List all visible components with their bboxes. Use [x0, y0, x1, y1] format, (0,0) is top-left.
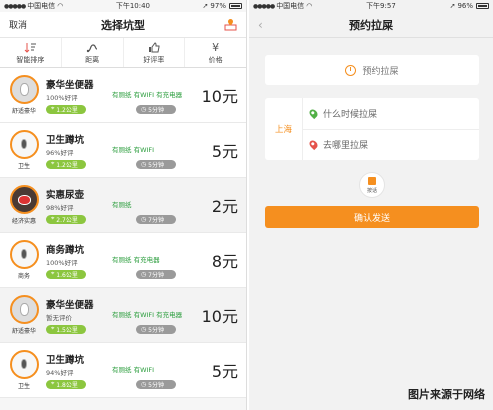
toilet-photo [9, 75, 39, 104]
time-badge: ◷ 7分钟 [136, 269, 176, 279]
appointment-button[interactable]: 预约拉屎 [265, 55, 479, 85]
distance-badge: ⌖ 1.5公里 [46, 324, 86, 334]
item-price: 10元 [201, 87, 238, 106]
filter-label: 价格 [208, 55, 223, 64]
screen: ●●●●● 中国电信 ◠ 下午10:40 ➚ 97% 取消 选择坑型 智能排序 距离 … [0, 0, 493, 410]
green-pin-icon [307, 107, 320, 119]
item-price: 10元 [201, 307, 238, 326]
filter-bar: 智能排序 距离 好评率 ¥ 价格 [0, 38, 246, 68]
carrier-label: 中国电信 [27, 2, 56, 10]
watermark-caption: 图片来源于网络 [408, 388, 485, 401]
item-tag: 卫生 [17, 383, 30, 390]
distance-badge: ⌖ 1.8公里 [46, 379, 86, 389]
carrier-label: 中国电信 [276, 2, 305, 10]
pit-list: 舒适豪华 豪华坐便器 100%好评 ⌖ 1.2公里 ◷ 5分钟 有厕纸 有WIFI… [0, 68, 246, 398]
list-item[interactable]: 商务 商务蹲坑 100%好评 ⌖ 1.6公里 ◷ 7分钟 有厕纸 有充电器 8元 [0, 233, 246, 288]
when-field[interactable]: 什么时候拉屎 [303, 98, 479, 130]
appointment-label: 预约拉屎 [362, 66, 399, 77]
map-pin-icon[interactable] [223, 18, 237, 32]
toilet-photo [9, 295, 39, 324]
location-card: 上海 什么时候拉屎 去哪里拉屎 [265, 98, 479, 160]
voice-label: 按话 [366, 187, 377, 194]
where-placeholder: 去哪里拉屎 [323, 141, 369, 152]
filter-distance[interactable]: 距离 [62, 38, 124, 67]
item-features: 有厕纸 有WIFI [112, 146, 155, 154]
filter-label: 好评率 [143, 55, 165, 64]
signal-icon: ●●●●● [4, 2, 26, 10]
list-item[interactable]: 卫生 卫生蹲坑 96%好评 ⌖ 1.2公里 ◷ 5分钟 有厕纸 有WIFI 5元 [0, 123, 246, 178]
time-badge: ◷ 5分钟 [136, 324, 176, 334]
item-features: 有厕纸 有WIFI [112, 366, 155, 374]
battery-percent: 97% [210, 2, 226, 10]
location-arrow-icon: ➚ [202, 2, 209, 10]
back-chevron-icon[interactable]: ‹ [258, 18, 263, 32]
status-bar: ●●●●● 中国电信 ◠ 下午10:40 ➚ 97% [0, 0, 246, 12]
battery-icon [228, 3, 242, 9]
item-tag: 经济实惠 [11, 218, 36, 225]
distance-badge: ⌖ 1.2公里 [46, 104, 86, 114]
filter-price[interactable]: ¥ 价格 [185, 38, 246, 67]
status-time: 下午9:57 [366, 2, 396, 10]
item-features: 有厕纸 有WIFI 有充电器 [112, 311, 183, 319]
distance-badge: ⌖ 2.7公里 [46, 214, 86, 224]
status-time: 下午10:40 [115, 2, 151, 10]
filter-label: 距离 [85, 55, 100, 64]
list-item[interactable]: 舒适豪华 豪华坐便器 100%好评 ⌖ 1.2公里 ◷ 5分钟 有厕纸 有WIFI… [0, 68, 246, 123]
booking-screen: ●●●●● 中国电信 ◠ 下午9:57 ➚ 96% ‹ 预约拉屎 预约拉屎 上海 什么… [249, 0, 493, 410]
yen-icon: ¥ [212, 40, 220, 54]
city-selector[interactable]: 上海 [265, 98, 303, 160]
page-title: 选择坑型 [101, 18, 145, 32]
voice-icon [368, 176, 376, 185]
wifi-icon: ◠ [306, 2, 313, 10]
toilet-photo [9, 130, 39, 159]
item-features: 有厕纸 有充电器 [112, 256, 160, 264]
time-badge: ◷ 5分钟 [136, 104, 176, 114]
time-badge: ◷ 5分钟 [136, 379, 176, 389]
toilet-photo [9, 350, 39, 379]
list-item[interactable]: 经济实惠 实惠尿壶 98%好评 ⌖ 2.7公里 ◷ 7分钟 有厕纸 2元 [0, 178, 246, 233]
toilet-photo [9, 240, 39, 269]
item-price: 5元 [211, 362, 238, 381]
item-features: 有厕纸 [112, 201, 132, 209]
item-price: 2元 [211, 197, 238, 216]
voice-button[interactable]: 按话 [359, 172, 385, 198]
cancel-button[interactable]: 取消 [9, 18, 27, 31]
nav-bar: 取消 选择坑型 [0, 12, 246, 38]
page-title: 预约拉屎 [349, 18, 393, 32]
wifi-icon: ◠ [57, 2, 64, 10]
item-price: 5元 [211, 142, 238, 161]
clock-icon [345, 64, 357, 76]
list-item[interactable]: 卫生 卫生蹲坑 94%好评 ⌖ 1.8公里 ◷ 5分钟 有厕纸 有WIFI 5元 [0, 343, 246, 398]
filter-smart-sort[interactable]: 智能排序 [0, 38, 62, 67]
signal-icon: ●●●●● [253, 2, 275, 10]
confirm-send-button[interactable]: 确认发送 [265, 206, 479, 228]
nav-bar: ‹ 预约拉屎 [249, 12, 493, 38]
toilet-photo [9, 185, 39, 214]
location-arrow-icon: ➚ [449, 2, 456, 10]
when-placeholder: 什么时候拉屎 [323, 109, 378, 120]
red-pin-icon [307, 139, 320, 151]
filter-label: 智能排序 [16, 55, 45, 64]
item-price: 8元 [211, 252, 238, 271]
item-tag: 舒适豪华 [11, 108, 36, 115]
filter-rating[interactable]: 好评率 [124, 38, 186, 67]
battery-percent: 96% [457, 2, 473, 10]
distance-badge: ⌖ 1.2公里 [46, 159, 86, 169]
sort-icon [24, 41, 37, 54]
battery-icon [476, 3, 489, 9]
time-badge: ◷ 7分钟 [136, 214, 176, 224]
item-tag: 卫生 [17, 163, 30, 170]
distance-icon [86, 41, 98, 54]
item-tag: 舒适豪华 [11, 328, 36, 335]
pit-list-screen: ●●●●● 中国电信 ◠ 下午10:40 ➚ 97% 取消 选择坑型 智能排序 距离 … [0, 0, 247, 410]
time-badge: ◷ 5分钟 [136, 159, 176, 169]
list-item[interactable]: 舒适豪华 豪华坐便器 暂无评价 ⌖ 1.5公里 ◷ 5分钟 有厕纸 有WIFI 有… [0, 288, 246, 343]
item-tag: 商务 [17, 273, 30, 280]
item-features: 有厕纸 有WIFI 有充电器 [112, 91, 183, 99]
distance-badge: ⌖ 1.6公里 [46, 269, 86, 279]
thumbs-up-icon [148, 41, 160, 54]
where-field[interactable]: 去哪里拉屎 [303, 130, 479, 161]
status-bar: ●●●●● 中国电信 ◠ 下午9:57 ➚ 96% [249, 0, 493, 12]
